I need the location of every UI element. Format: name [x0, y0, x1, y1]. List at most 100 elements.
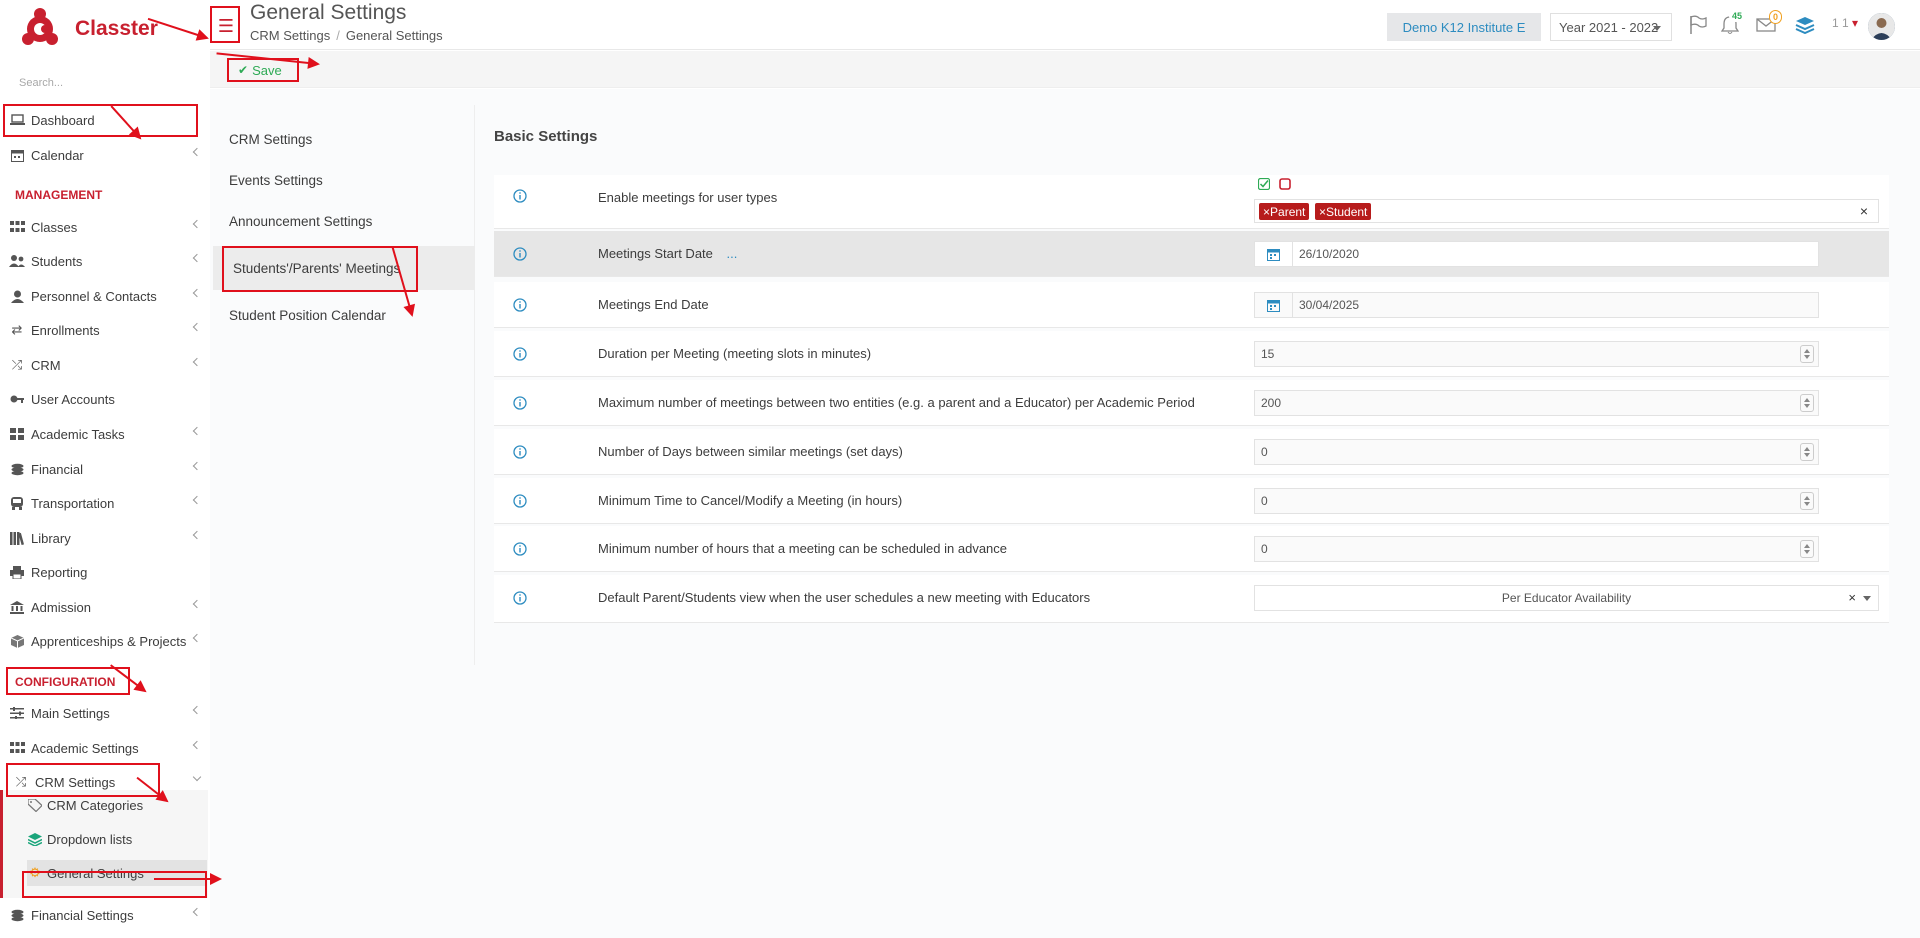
sidebar-item-classes[interactable]: Classes: [0, 213, 208, 241]
settings-nav-crm-settings[interactable]: CRM Settings: [213, 117, 475, 161]
sidebar-item-label: Academic Settings: [31, 740, 139, 756]
institute-selector[interactable]: Demo K12 Institute E: [1387, 13, 1541, 41]
sidebar-item-admission[interactable]: Admission: [0, 593, 208, 621]
tag-parent[interactable]: × Parent: [1259, 203, 1310, 220]
remove-tag-icon[interactable]: ×: [1319, 205, 1326, 219]
info-icon[interactable]: [513, 298, 527, 312]
settings-nav-events-settings[interactable]: Events Settings: [213, 158, 475, 202]
printer-icon: [9, 565, 25, 579]
info-icon[interactable]: [513, 542, 527, 556]
start-date-input[interactable]: 26/10/2020: [1254, 241, 1819, 267]
submenu-item-label: CRM Categories: [47, 797, 144, 813]
clear-icon[interactable]: ×: [1848, 590, 1856, 605]
year-value: Year 2021 - 2022: [1559, 19, 1659, 35]
sidebar-item-academic-settings[interactable]: Academic Settings: [0, 734, 208, 762]
stepper[interactable]: [1800, 443, 1814, 461]
submenu-item-dropdown-lists[interactable]: Dropdown lists: [27, 826, 207, 852]
sidebar-item-label: Library: [31, 530, 71, 546]
info-icon[interactable]: [513, 396, 527, 410]
tag-student[interactable]: × Student: [1315, 203, 1372, 220]
check-all-icon[interactable]: [1258, 178, 1270, 190]
messages-badge: 0: [1769, 10, 1783, 24]
info-icon[interactable]: [513, 494, 527, 508]
sidebar-item-enrollments[interactable]: ⇄ Enrollments: [0, 316, 208, 344]
breadcrumb-item: General Settings: [345, 28, 443, 43]
days-between-input[interactable]: 0: [1254, 439, 1819, 465]
notifications-badge: 45: [1729, 10, 1746, 22]
user-types-multiselect[interactable]: × Parent × Student ×: [1254, 199, 1879, 223]
setting-row-max-meetings: Maximum number of meetings between two e…: [494, 380, 1889, 426]
setting-label: Duration per Meeting (meeting slots in m…: [598, 346, 872, 361]
sidebar-item-main-settings[interactable]: Main Settings: [0, 699, 208, 727]
setting-label: Meetings End Date: [598, 297, 709, 312]
sliders-icon: [9, 706, 25, 720]
layers-icon[interactable]: [1793, 14, 1817, 36]
annotation-box: [6, 763, 160, 797]
breadcrumb: CRM Settings / General Settings: [250, 28, 443, 43]
min-advance-input[interactable]: 0: [1254, 536, 1819, 562]
toolbar: [210, 51, 1920, 88]
info-icon[interactable]: [513, 591, 527, 605]
coins-icon: [9, 908, 25, 922]
sidebar-item-academic-tasks[interactable]: Academic Tasks: [0, 420, 208, 448]
sidebar-item-library[interactable]: Library: [0, 524, 208, 552]
max-meetings-input[interactable]: 200: [1254, 390, 1819, 416]
sidebar-item-financial-settings[interactable]: Financial Settings: [0, 901, 208, 929]
sidebar-item-financial[interactable]: Financial: [0, 455, 208, 483]
setting-row-start-date: Meetings Start Date ... 26/10/2020: [494, 231, 1889, 277]
grid-icon: [9, 427, 25, 441]
annotation-box: [6, 667, 130, 695]
stepper[interactable]: [1800, 345, 1814, 363]
sidebar-item-user-accounts[interactable]: User Accounts: [0, 385, 208, 413]
info-icon[interactable]: [513, 247, 527, 261]
min-cancel-input[interactable]: 0: [1254, 488, 1819, 514]
end-date-input[interactable]: 30/04/2025: [1254, 292, 1819, 318]
layers-icon: [27, 832, 43, 846]
info-icon[interactable]: [513, 347, 527, 361]
stepper[interactable]: [1800, 540, 1814, 558]
institution-icon: [9, 600, 25, 614]
submenu-item-label: Dropdown lists: [47, 831, 133, 847]
caret-down-icon[interactable]: [1863, 596, 1871, 601]
search-input[interactable]: [10, 70, 192, 96]
chevron-left-icon: [192, 461, 202, 471]
users-icon: [9, 254, 25, 268]
sidebar-item-students[interactable]: Students: [0, 247, 208, 275]
sidebar-item-apprenticeships[interactable]: Apprenticeships & Projects: [0, 627, 208, 655]
sidebar-item-personnel[interactable]: Personnel & Contacts: [0, 282, 208, 310]
sidebar-item-crm[interactable]: ⤮ CRM: [0, 351, 208, 379]
calendar-icon[interactable]: [1255, 293, 1293, 317]
settings-nav-announcement-settings[interactable]: Announcement Settings: [213, 199, 475, 243]
remove-tag-icon[interactable]: ×: [1263, 205, 1270, 219]
chevron-left-icon: [192, 322, 202, 332]
chevron-left-icon: [192, 907, 202, 917]
year-selector[interactable]: Year 2021 - 2022: [1550, 13, 1672, 41]
chevron-left-icon: [192, 253, 202, 263]
info-icon[interactable]: [513, 189, 527, 203]
cube-icon: [9, 634, 25, 648]
setting-row-default-view: Default Parent/Students view when the us…: [494, 575, 1889, 623]
caret-down-icon: [1653, 26, 1661, 31]
avatar[interactable]: [1868, 13, 1895, 40]
calendar-icon[interactable]: [1255, 242, 1293, 266]
chevron-left-icon: [192, 495, 202, 505]
sidebar-item-calendar[interactable]: Calendar: [0, 141, 208, 169]
clear-icon[interactable]: ×: [1860, 203, 1868, 219]
sidebar-item-label: Reporting: [31, 564, 88, 580]
chevron-left-icon: [192, 705, 202, 715]
stepper[interactable]: [1800, 394, 1814, 412]
sidebar-item-transportation[interactable]: Transportation: [0, 489, 208, 517]
default-view-select[interactable]: Per Educator Availability ×: [1254, 585, 1879, 611]
info-icon[interactable]: [513, 445, 527, 459]
sidebar-item-label: Calendar: [31, 147, 84, 163]
settings-nav-student-position-calendar[interactable]: Student Position Calendar: [213, 293, 475, 337]
stepper[interactable]: [1800, 492, 1814, 510]
setting-label: Minimum number of hours that a meeting c…: [598, 541, 1008, 556]
user-name[interactable]: 1 1 ▾: [1832, 16, 1858, 30]
sidebar-item-reporting[interactable]: Reporting: [0, 558, 208, 586]
annotation-box: [210, 6, 240, 43]
uncheck-all-icon[interactable]: [1279, 178, 1291, 190]
flag-icon[interactable]: [1686, 14, 1710, 36]
duration-input[interactable]: 15: [1254, 341, 1819, 367]
breadcrumb-item[interactable]: CRM Settings: [250, 28, 330, 43]
